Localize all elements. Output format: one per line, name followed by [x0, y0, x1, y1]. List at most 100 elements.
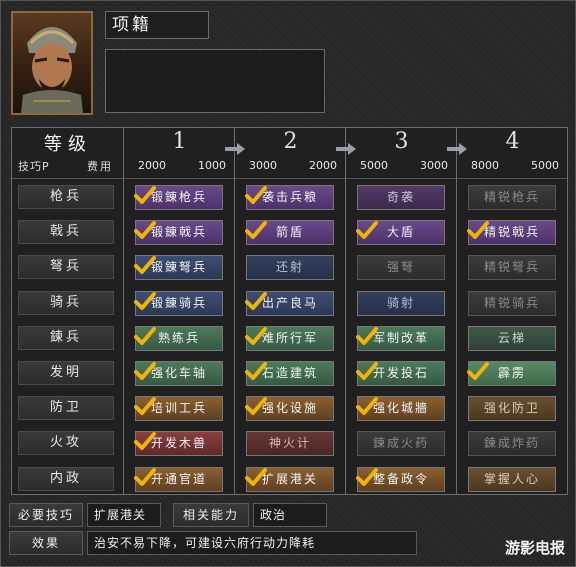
checkmark-icon: [356, 467, 378, 486]
related-ability-label: 相关能力: [173, 503, 249, 527]
tech-skill-button[interactable]: 强化设施: [245, 396, 334, 422]
tech-skill-button[interactable]: 鍊成火药: [357, 431, 445, 457]
tech-row: 内政 开通官道 扩展港关 整备政令 掌握人心: [12, 462, 567, 497]
tech-skill-button[interactable]: 霹雳: [467, 361, 556, 386]
skill-label: 神火计: [268, 436, 311, 451]
tech-skill-button[interactable]: 锻錬弩兵: [134, 255, 223, 281]
tech-row: 防卫 培训工兵 强化设施 强化城牆 强化防卫: [12, 391, 567, 426]
tech-row: 鍊兵 熟练兵 难所行军 军制改革 云梯: [12, 321, 567, 356]
skill-label: 锻錬戟兵: [150, 225, 207, 240]
category-label: 骑兵: [18, 290, 114, 315]
skill-label: 出产良马: [261, 295, 318, 310]
skill-label: 难所行军: [261, 330, 318, 345]
category-label: 内政: [18, 466, 114, 491]
watermark: 游影电报: [504, 539, 565, 557]
tech-skill-button[interactable]: 锻錬骑兵: [134, 290, 223, 316]
effect-label: 效果: [9, 531, 83, 555]
checkmark-icon: [134, 362, 156, 380]
checkmark-icon: [245, 291, 267, 310]
tech-row: 弩兵 锻錬弩兵 还射 强弩 精锐弩兵: [12, 250, 567, 285]
level-title: 等级: [44, 134, 92, 155]
skill-label: 骑射: [386, 295, 415, 310]
checkmark-icon: [245, 362, 267, 380]
tech-skill-button[interactable]: 大盾: [356, 220, 445, 246]
level-number: 2: [283, 129, 298, 154]
skill-label: 锻錬枪兵: [150, 190, 207, 204]
tech-row: 枪兵 锻錬枪兵 袭击兵粮 奇袭 精锐枪兵: [12, 180, 567, 215]
checkmark-icon: [356, 221, 378, 240]
level-number: 4: [505, 129, 520, 154]
skill-label: 袭击兵粮: [261, 190, 318, 204]
checkmark-icon: [356, 362, 378, 380]
tech-skill-button[interactable]: 强化防卫: [468, 396, 556, 422]
cost-label: 费用: [87, 160, 113, 173]
header-divider: [12, 178, 567, 179]
tech-skill-button[interactable]: 扩展港关: [245, 466, 334, 492]
checkmark-icon: [356, 326, 378, 345]
tech-skill-button[interactable]: 锻錬枪兵: [134, 185, 223, 210]
skill-label: 石造建筑: [261, 366, 318, 380]
skill-label: 扩展港关: [261, 471, 318, 486]
tech-skill-button[interactable]: 精锐骑兵: [468, 290, 556, 316]
tech-skill-button[interactable]: 鍊成炸药: [468, 431, 556, 457]
tech-skill-button[interactable]: 整备政令: [356, 466, 445, 492]
checkmark-icon: [467, 221, 489, 240]
category-label: 弩兵: [18, 255, 114, 280]
checkmark-icon: [245, 326, 267, 345]
skill-label: 精锐弩兵: [483, 260, 540, 275]
skill-label: 强化设施: [261, 401, 318, 416]
tech-skill-button[interactable]: 难所行军: [245, 325, 334, 351]
tech-skill-button[interactable]: 掌握人心: [468, 466, 556, 492]
tech-skill-button[interactable]: 石造建筑: [245, 361, 334, 386]
checkmark-icon: [245, 397, 267, 416]
level-arrow-icon: [225, 143, 245, 155]
tech-skill-button[interactable]: 还射: [246, 255, 334, 281]
category-label: 防卫: [18, 396, 114, 421]
checkmark-icon: [134, 221, 156, 240]
tech-skill-button[interactable]: 熟练兵: [134, 325, 223, 351]
checkmark-icon: [245, 186, 267, 204]
description-box: [105, 49, 325, 113]
tech-skill-button[interactable]: 精锐枪兵: [468, 185, 556, 210]
tech-skill-button[interactable]: 强化城牆: [356, 396, 445, 422]
skill-label: 强化车轴: [150, 366, 207, 380]
gold-cost: 1000: [198, 159, 226, 172]
gold-cost: 2000: [309, 159, 337, 172]
tech-skill-button[interactable]: 开发木兽: [134, 431, 223, 457]
tech-row: 骑兵 锻錬骑兵 出产良马 骑射 精锐骑兵: [12, 286, 567, 321]
tech-skill-button[interactable]: 锻錬戟兵: [134, 220, 223, 246]
skill-label: 开发投石: [372, 366, 429, 380]
checkmark-icon: [134, 397, 156, 416]
tech-skill-button[interactable]: 强弩: [357, 255, 445, 281]
tech-skill-button[interactable]: 奇袭: [357, 185, 445, 210]
checkmark-icon: [245, 467, 267, 486]
tech-skill-button[interactable]: 强化车轴: [134, 361, 223, 386]
skill-label: 整备政令: [372, 471, 429, 486]
checkmark-icon: [134, 186, 156, 204]
skill-label: 开通官道: [150, 471, 207, 486]
tech-skill-button[interactable]: 出产良马: [245, 290, 334, 316]
checkmark-icon: [134, 256, 156, 275]
tech-skill-button[interactable]: 军制改革: [356, 325, 445, 351]
tech-skill-button[interactable]: 开通官道: [134, 466, 223, 492]
gold-cost: 3000: [420, 159, 448, 172]
skill-label: 熟练兵: [157, 330, 200, 345]
tech-skill-button[interactable]: 袭击兵粮: [245, 185, 334, 210]
checkmark-icon: [245, 221, 267, 240]
skill-label: 奇袭: [386, 190, 415, 204]
tech-skill-button[interactable]: 神火计: [246, 431, 334, 457]
checkmark-icon: [356, 397, 378, 416]
tech-skill-button[interactable]: 云梯: [468, 325, 556, 351]
skill-label: 强化防卫: [483, 401, 540, 416]
tech-skill-button[interactable]: 精锐弩兵: [468, 255, 556, 281]
tech-skill-button[interactable]: 培训工兵: [134, 396, 223, 422]
skill-label: 鍊成炸药: [483, 436, 540, 451]
tech-window: 项籍 等级 技巧P 费用 1 2000 1000 2 3000 2000 3 5000 3000…: [0, 0, 576, 567]
tech-row: 火攻 开发木兽 神火计 鍊成火药 鍊成炸药: [12, 426, 567, 461]
tech-skill-button[interactable]: 精锐戟兵: [467, 220, 556, 246]
effect-value: 治安不易下降，可建设六府行动力降耗: [87, 531, 417, 555]
tech-skill-button[interactable]: 骑射: [357, 290, 445, 316]
level-arrow-icon: [336, 143, 356, 155]
tech-skill-button[interactable]: 开发投石: [356, 361, 445, 386]
tech-skill-button[interactable]: 箭盾: [245, 220, 334, 246]
